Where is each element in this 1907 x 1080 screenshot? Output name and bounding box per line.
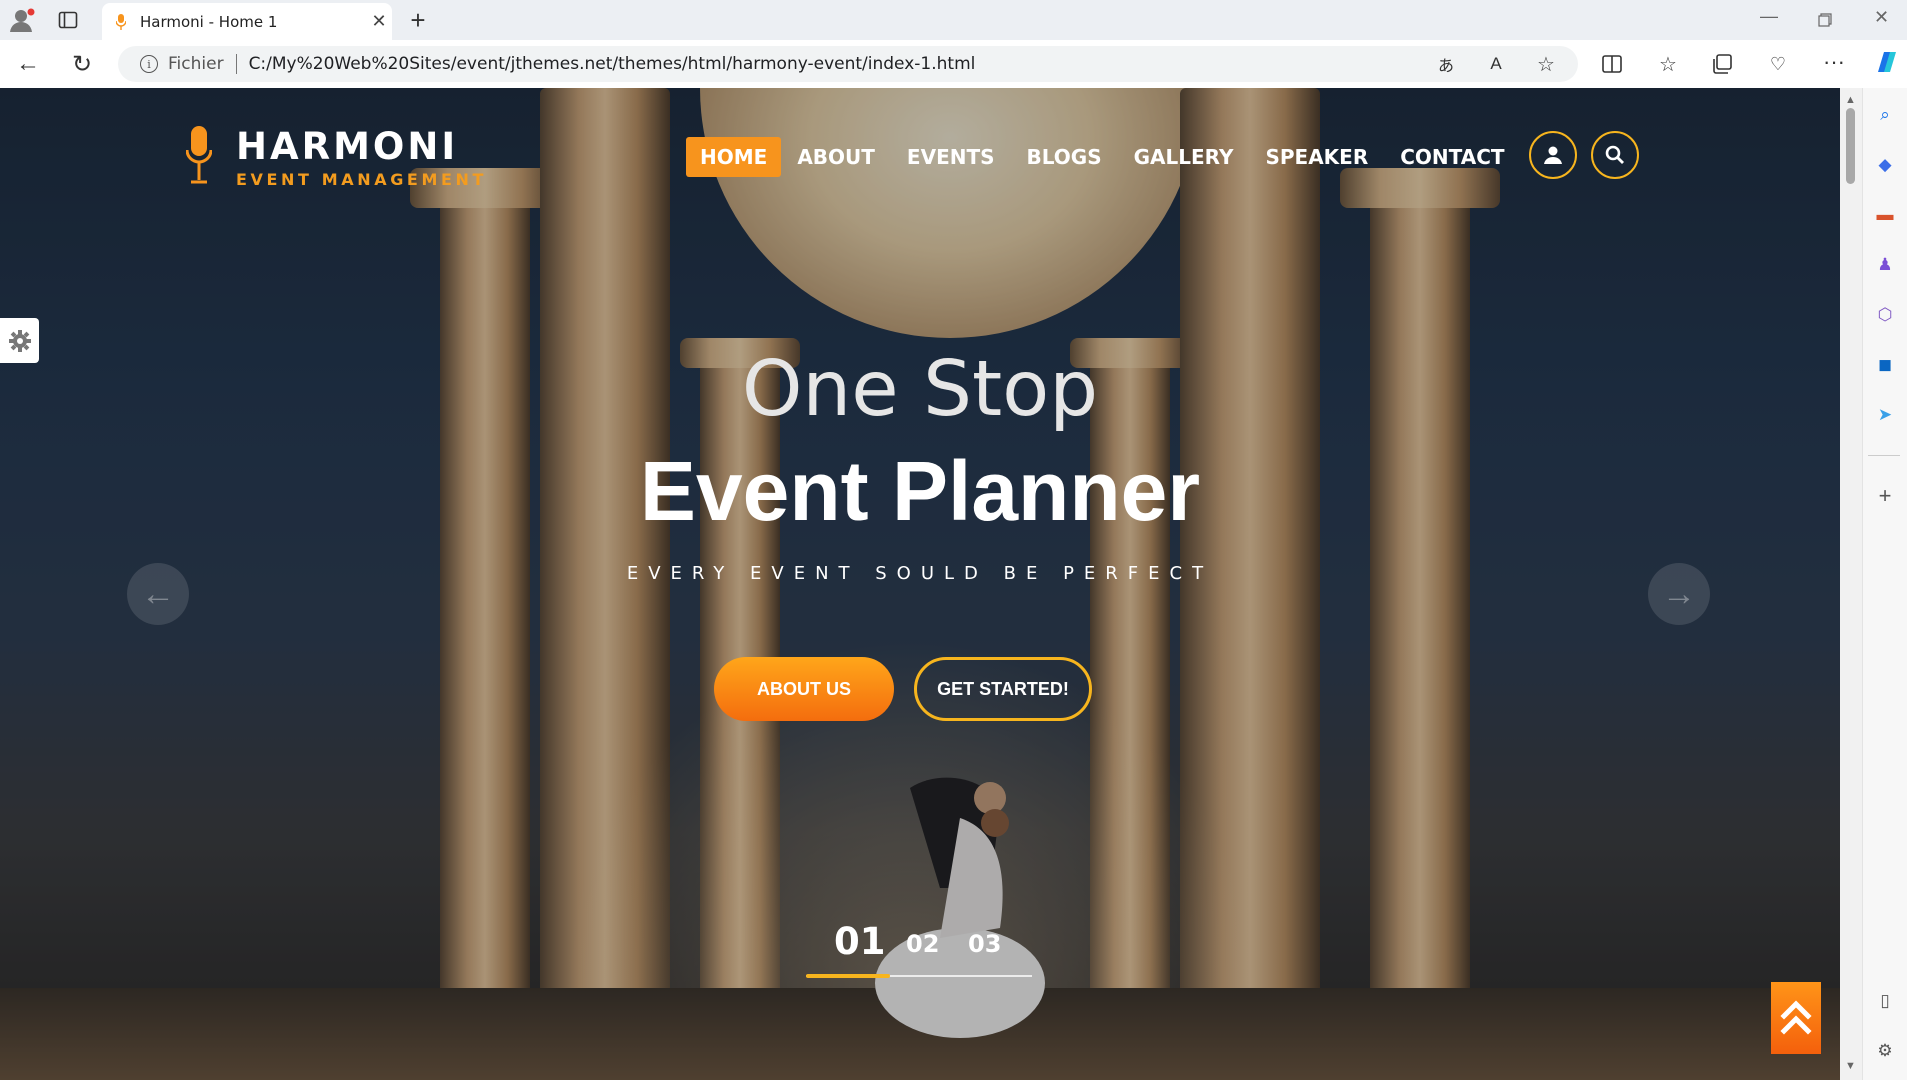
nav-speaker[interactable]: SPEAKER bbox=[1249, 137, 1384, 177]
double-chevron-up-icon bbox=[1780, 1000, 1812, 1035]
collections-icon[interactable] bbox=[1706, 48, 1738, 80]
more-menu-icon[interactable]: ··· bbox=[1818, 46, 1850, 78]
performance-icon[interactable]: ♡ bbox=[1762, 48, 1794, 80]
close-window-icon[interactable]: ✕ bbox=[1874, 7, 1889, 28]
favorites-icon[interactable]: ☆ bbox=[1652, 48, 1684, 80]
gear-icon bbox=[8, 329, 31, 352]
get-started-button[interactable]: GET STARTED! bbox=[914, 657, 1092, 721]
sidebar-add-icon[interactable]: + bbox=[1872, 483, 1898, 509]
nav-gallery[interactable]: GALLERY bbox=[1118, 137, 1250, 177]
hero-tagline: EVERY EVENT SOULD BE PERFECT bbox=[626, 563, 1214, 584]
browser-tab[interactable]: Harmoni - Home 1 ✕ bbox=[102, 3, 392, 40]
sidebar-tools-icon[interactable]: ▬ bbox=[1872, 202, 1898, 228]
search-icon bbox=[1605, 145, 1624, 164]
minimize-icon[interactable]: — bbox=[1760, 6, 1778, 27]
address-scheme: Fichier bbox=[168, 54, 224, 74]
copilot-icon[interactable] bbox=[1872, 48, 1900, 76]
theme-settings-tab[interactable] bbox=[0, 318, 39, 363]
arrow-right-icon: → bbox=[1662, 574, 1696, 613]
sidebar-search-icon[interactable]: ⌕ bbox=[1872, 102, 1898, 128]
scroll-up-arrow[interactable]: ▲ bbox=[1845, 94, 1856, 106]
read-aloud-icon[interactable]: A bbox=[1480, 48, 1512, 80]
address-bar[interactable]: i Fichier C:/My%20Web%20Sites/event/jthe… bbox=[118, 46, 1578, 82]
user-account-button[interactable] bbox=[1529, 131, 1577, 179]
sidebar-m365-icon[interactable]: ⬡ bbox=[1872, 302, 1898, 328]
site-info-icon[interactable]: i bbox=[140, 55, 158, 73]
search-button[interactable] bbox=[1591, 131, 1639, 179]
sidebar-games-icon[interactable]: ♟ bbox=[1872, 252, 1898, 278]
favorite-star-icon[interactable]: ☆ bbox=[1530, 48, 1562, 80]
tab-close-icon[interactable]: ✕ bbox=[366, 11, 392, 32]
page-scrollbar[interactable] bbox=[1840, 88, 1862, 1080]
arrow-left-icon: ← bbox=[141, 574, 175, 613]
nav-home[interactable]: HOME bbox=[686, 137, 782, 177]
restore-icon[interactable] bbox=[1818, 13, 1832, 27]
edge-sidebar bbox=[1862, 88, 1907, 1080]
logo-name[interactable]: HARMONI bbox=[236, 125, 458, 168]
slide-progress-fill bbox=[806, 974, 890, 978]
main-nav: HOME ABOUT EVENTS BLOGS GALLERY SPEAKER … bbox=[686, 137, 1521, 177]
translate-icon[interactable]: あ bbox=[1430, 48, 1462, 80]
slide-indicator-03[interactable]: 03 bbox=[968, 930, 1001, 958]
nav-events[interactable]: EVENTS bbox=[891, 137, 1011, 177]
tab-actions-icon[interactable] bbox=[58, 10, 78, 30]
split-screen-icon[interactable] bbox=[1596, 48, 1628, 80]
tab-title: Harmoni - Home 1 bbox=[140, 12, 278, 31]
logo-tagline: EVENT MANAGEMENT bbox=[236, 170, 488, 189]
sidebar-outlook-icon[interactable]: ◼ bbox=[1872, 352, 1898, 378]
user-icon bbox=[1544, 146, 1562, 164]
new-tab-icon[interactable]: + bbox=[402, 4, 434, 36]
slider-next-button[interactable]: → bbox=[1648, 563, 1710, 625]
sidebar-settings-icon[interactable]: ⚙ bbox=[1872, 1038, 1898, 1064]
profile-avatar[interactable] bbox=[8, 6, 36, 34]
sidebar-divider bbox=[1868, 455, 1900, 456]
about-us-button[interactable]: ABOUT US bbox=[714, 657, 894, 721]
address-separator bbox=[235, 54, 237, 74]
sidebar-shopping-icon[interactable]: ◆ bbox=[1872, 152, 1898, 178]
slide-indicator-02[interactable]: 02 bbox=[906, 930, 939, 958]
back-to-top-button[interactable] bbox=[1771, 982, 1821, 1054]
sidebar-send-icon[interactable]: ➤ bbox=[1872, 402, 1898, 428]
slider-prev-button[interactable]: ← bbox=[127, 563, 189, 625]
sidebar-toggle-icon[interactable]: ▯ bbox=[1872, 988, 1898, 1014]
nav-blogs[interactable]: BLOGS bbox=[1011, 137, 1118, 177]
logo-mic-icon bbox=[186, 126, 212, 184]
scroll-down-arrow[interactable]: ▼ bbox=[1845, 1060, 1856, 1072]
hero-line-2: Event Planner bbox=[639, 444, 1201, 538]
hero-line-1: One Stop bbox=[741, 345, 1099, 434]
nav-about[interactable]: ABOUT bbox=[781, 137, 891, 177]
favicon-mic-icon bbox=[115, 13, 127, 30]
scroll-thumb[interactable] bbox=[1846, 108, 1855, 184]
refresh-icon[interactable]: ↻ bbox=[66, 48, 98, 80]
nav-contact[interactable]: CONTACT bbox=[1384, 137, 1520, 177]
slide-indicator-01[interactable]: 01 bbox=[834, 920, 886, 963]
address-url[interactable]: C:/My%20Web%20Sites/event/jthemes.net/th… bbox=[249, 54, 976, 74]
back-icon[interactable]: ← bbox=[12, 48, 44, 80]
